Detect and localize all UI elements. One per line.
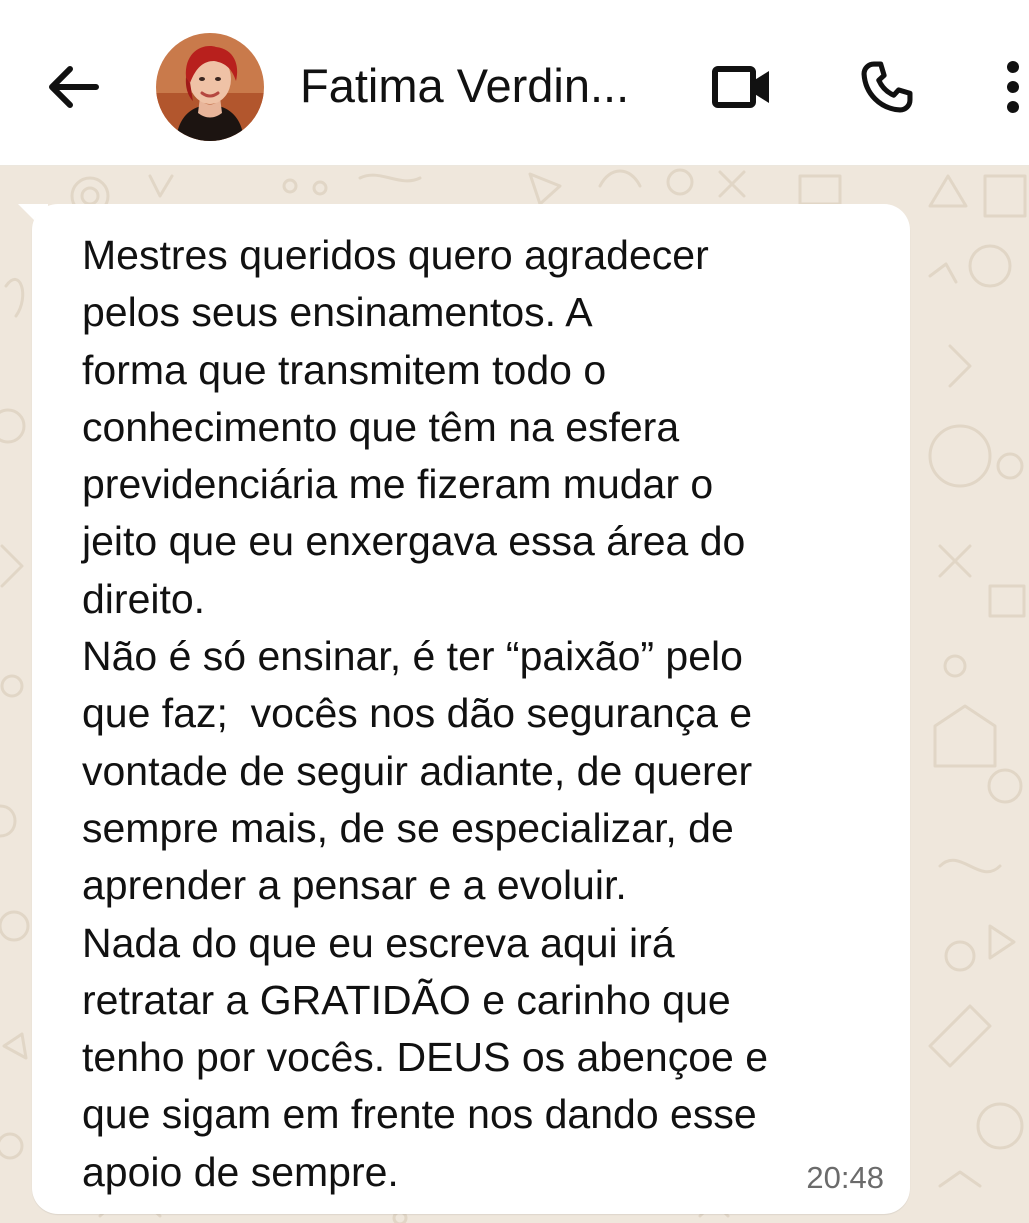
arrow-left-icon [49,66,99,108]
contact-avatar[interactable] [156,33,264,141]
video-call-button[interactable] [708,52,778,122]
more-options-button[interactable] [990,52,1029,122]
message-timestamp: 20:48 [806,1160,884,1195]
more-vertical-icon [1006,61,1019,113]
avatar-image [156,33,264,141]
message-bubble[interactable]: Mestres queridos quero agradecer pelos s… [32,204,910,1214]
back-button[interactable] [38,52,108,122]
contact-name[interactable]: Fatima Verdin... [300,56,660,116]
video-camera-icon [712,66,769,108]
chat-header: Fatima Verdin... [0,0,1029,166]
phone-icon [861,61,913,113]
message-text: Mestres queridos quero agradecer pelos s… [82,232,769,1195]
voice-call-button[interactable] [852,52,922,122]
chat-area[interactable]: Mestres queridos quero agradecer pelos s… [0,166,1029,1223]
